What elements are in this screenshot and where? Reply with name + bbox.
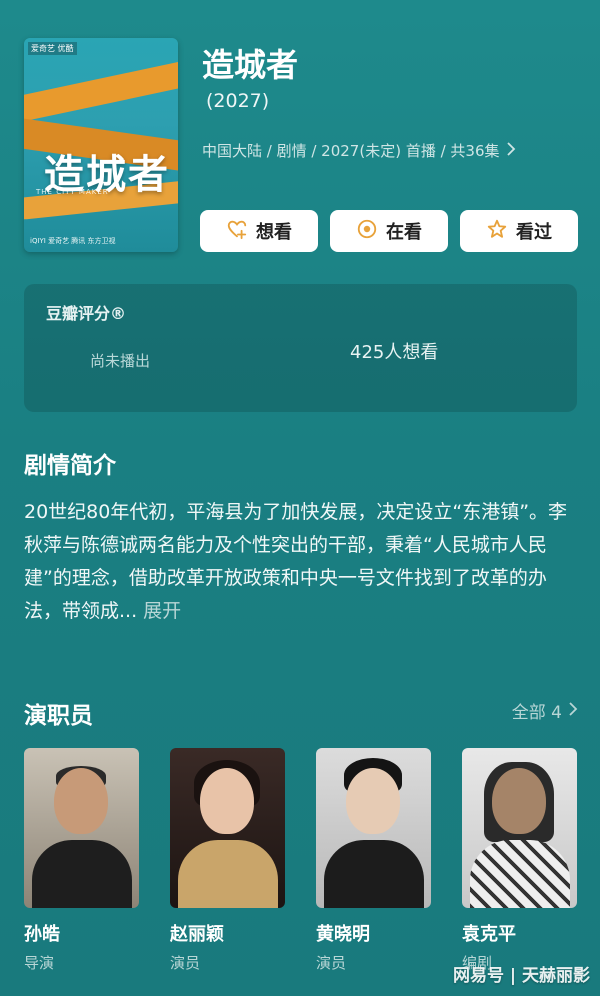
poster-corner-label: 爱奇艺 优酷 xyxy=(28,42,77,55)
cast-name: 黄晓明 xyxy=(316,924,370,945)
cast-role: 演员 xyxy=(170,954,201,972)
want-to-watch-label: 想看 xyxy=(256,222,292,243)
action-buttons: 想看 在看 看过 xyxy=(200,210,578,252)
cast-heading: 演职员 xyxy=(24,703,93,729)
poster-decoration xyxy=(24,57,178,125)
cast-member[interactable]: 赵丽颖 演员 xyxy=(170,748,285,973)
synopsis-heading: 剧情简介 xyxy=(24,453,116,479)
cast-name: 孙皓 xyxy=(24,924,60,945)
synopsis-text[interactable]: 20世纪80年代初，平海县为了加快发展，决定设立“东港镇”。李秋萍与陈德诚两名能… xyxy=(24,496,580,628)
watching-label: 在看 xyxy=(386,222,422,243)
poster-image[interactable]: 爱奇艺 优酷 造城者 THE CITY MAKER iQIYI 爱奇艺 腾讯 东… xyxy=(24,38,178,252)
cast-role: 导演 xyxy=(24,954,55,972)
rating-label: 豆瓣评分® xyxy=(46,304,127,323)
watching-button[interactable]: 在看 xyxy=(330,210,448,252)
meta-info-link[interactable]: 中国大陆 / 剧情 / 2027(未定) 首播 / 共36集 xyxy=(202,140,516,161)
synopsis-body: 20世纪80年代初，平海县为了加快发展，决定设立“东港镇”。李秋萍与陈德诚两名能… xyxy=(24,501,568,622)
cast-member[interactable]: 袁克平 编剧 xyxy=(462,748,577,973)
cast-photo xyxy=(24,748,139,908)
watermark: 网易号 | 天赫丽影 xyxy=(452,966,590,986)
meta-info-text: 中国大陆 / 剧情 / 2027(未定) 首播 / 共36集 xyxy=(202,142,500,160)
chevron-right-icon xyxy=(568,701,578,721)
page-title: 造城者 xyxy=(202,46,299,84)
douban-rating-card[interactable]: 豆瓣评分® 尚未播出 425人想看 xyxy=(24,284,577,412)
cast-list: 孙皓 导演 赵丽颖 演员 黄晓明 演员 袁克平 编剧 xyxy=(24,748,577,973)
poster-footer: iQIYI 爱奇艺 腾讯 东方卫视 xyxy=(30,237,116,245)
rating-status: 尚未播出 xyxy=(90,352,151,370)
cast-photo xyxy=(316,748,431,908)
release-year: (2027) xyxy=(206,90,270,112)
watched-button[interactable]: 看过 xyxy=(460,210,578,252)
want-count: 425人想看 xyxy=(350,342,439,363)
watched-label: 看过 xyxy=(516,222,552,243)
cast-photo xyxy=(170,748,285,908)
cast-member[interactable]: 孙皓 导演 xyxy=(24,748,139,973)
cast-photo xyxy=(462,748,577,908)
star-icon xyxy=(486,218,508,245)
circle-dot-icon xyxy=(356,218,378,245)
expand-link[interactable]: 展开 xyxy=(143,600,181,622)
all-cast-label: 全部 4 xyxy=(511,703,562,723)
heart-plus-icon xyxy=(226,218,248,245)
chevron-right-icon xyxy=(506,141,516,160)
view-all-cast-link[interactable]: 全部 4 xyxy=(512,698,578,723)
poster-subtitle: THE CITY MAKER xyxy=(36,188,109,196)
want-to-watch-button[interactable]: 想看 xyxy=(200,210,318,252)
cast-role: 演员 xyxy=(316,954,347,972)
cast-name: 袁克平 xyxy=(462,924,516,945)
cast-name: 赵丽颖 xyxy=(170,924,224,945)
cast-member[interactable]: 黄晓明 演员 xyxy=(316,748,431,973)
